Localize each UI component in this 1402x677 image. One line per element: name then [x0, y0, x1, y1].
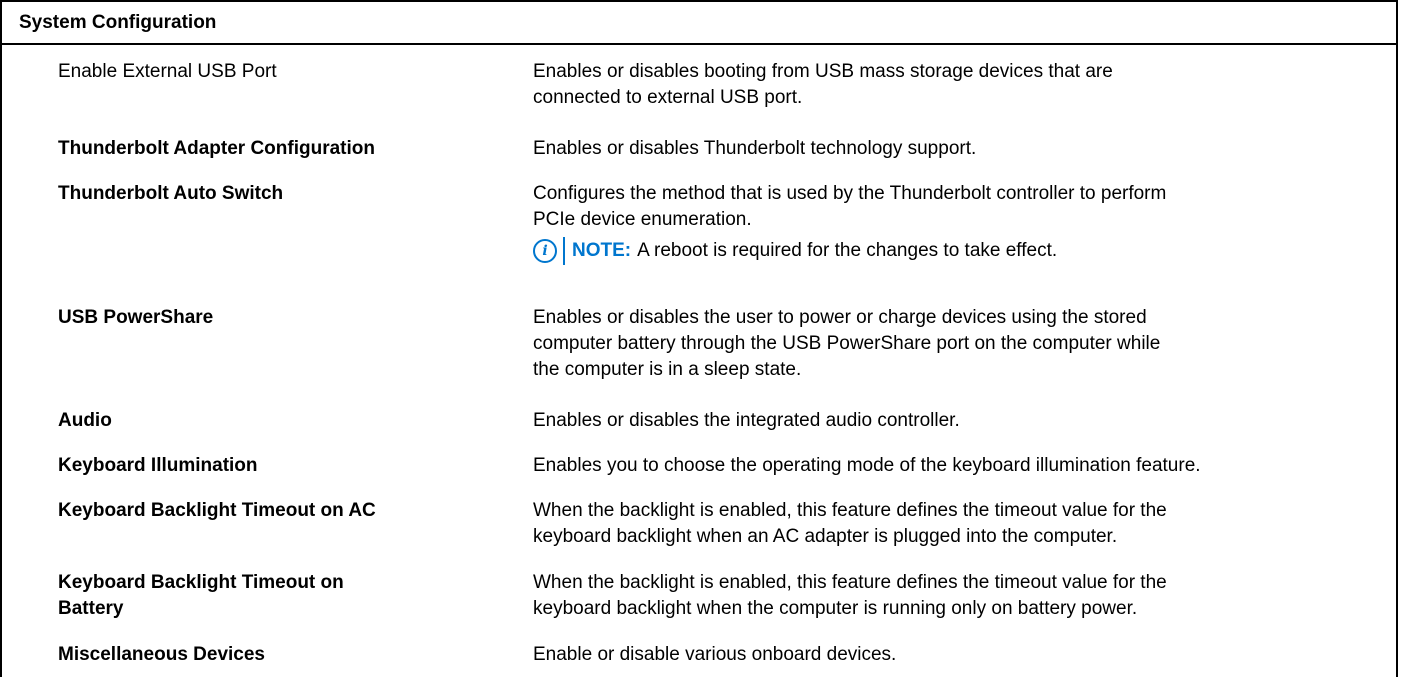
setting-name: Thunderbolt Adapter Configuration [58, 138, 375, 159]
note-label: NOTE: [572, 240, 632, 261]
setting-description: Enables or disables Thunderbolt technolo… [533, 136, 1395, 162]
setting-description: Enables or disables the integrated audio… [533, 408, 1395, 434]
setting-name: USB PowerShare [58, 307, 214, 328]
description-line: keyboard backlight when the computer is … [533, 598, 1138, 619]
setting-description: Enables you to choose the operating mode… [533, 453, 1395, 479]
description-line: Enables or disables booting from USB mas… [533, 61, 1113, 82]
setting-description: When the backlight is enabled, this feat… [533, 498, 1395, 550]
description-line: keyboard backlight when an AC adapter is… [533, 526, 1118, 547]
setting-name-line: Battery [58, 598, 124, 619]
setting-description: Configures the method that is used by th… [533, 181, 1395, 265]
setting-description: Enable or disable various onboard device… [533, 642, 1395, 668]
setting-description: Enables or disables the user to power or… [533, 305, 1395, 383]
note-divider [563, 237, 565, 265]
setting-description: When the backlight is enabled, this feat… [533, 570, 1395, 622]
description-line: Enables or disables the integrated audio… [533, 410, 960, 431]
setting-name: Enable External USB Port [58, 61, 277, 82]
description-line: When the backlight is enabled, this feat… [533, 572, 1167, 593]
setting-name: Thunderbolt Auto Switch [58, 183, 284, 204]
description-line: Enables or disables the user to power or… [533, 307, 1147, 328]
setting-name: Keyboard Backlight Timeout on Battery [58, 570, 498, 622]
note-callout: i NOTE: A reboot is required for the cha… [533, 237, 1395, 265]
description-line: Enable or disable various onboard device… [533, 644, 897, 665]
description-line: Configures the method that is used by th… [533, 183, 1167, 204]
setting-name-line: Keyboard Backlight Timeout on [58, 572, 344, 593]
setting-name: Miscellaneous Devices [58, 644, 265, 665]
description-line: PCIe device enumeration. [533, 209, 752, 230]
description-line: When the backlight is enabled, this feat… [533, 500, 1167, 521]
system-configuration-table: System Configuration Enable External USB… [0, 0, 1398, 677]
setting-description: Enables or disables booting from USB mas… [533, 59, 1395, 111]
setting-name: Audio [58, 410, 112, 431]
description-line: the computer is in a sleep state. [533, 359, 802, 380]
table-header: System Configuration [2, 0, 1396, 45]
setting-name: Keyboard Illumination [58, 455, 258, 476]
description-line: connected to external USB port. [533, 87, 803, 108]
info-icon: i [533, 239, 557, 263]
description-line: Enables or disables Thunderbolt technolo… [533, 138, 977, 159]
description-line: computer battery through the USB PowerSh… [533, 333, 1161, 354]
setting-name: Keyboard Backlight Timeout on AC [58, 500, 376, 521]
note-text: A reboot is required for the changes to … [637, 240, 1058, 261]
description-line: Enables you to choose the operating mode… [533, 455, 1201, 476]
